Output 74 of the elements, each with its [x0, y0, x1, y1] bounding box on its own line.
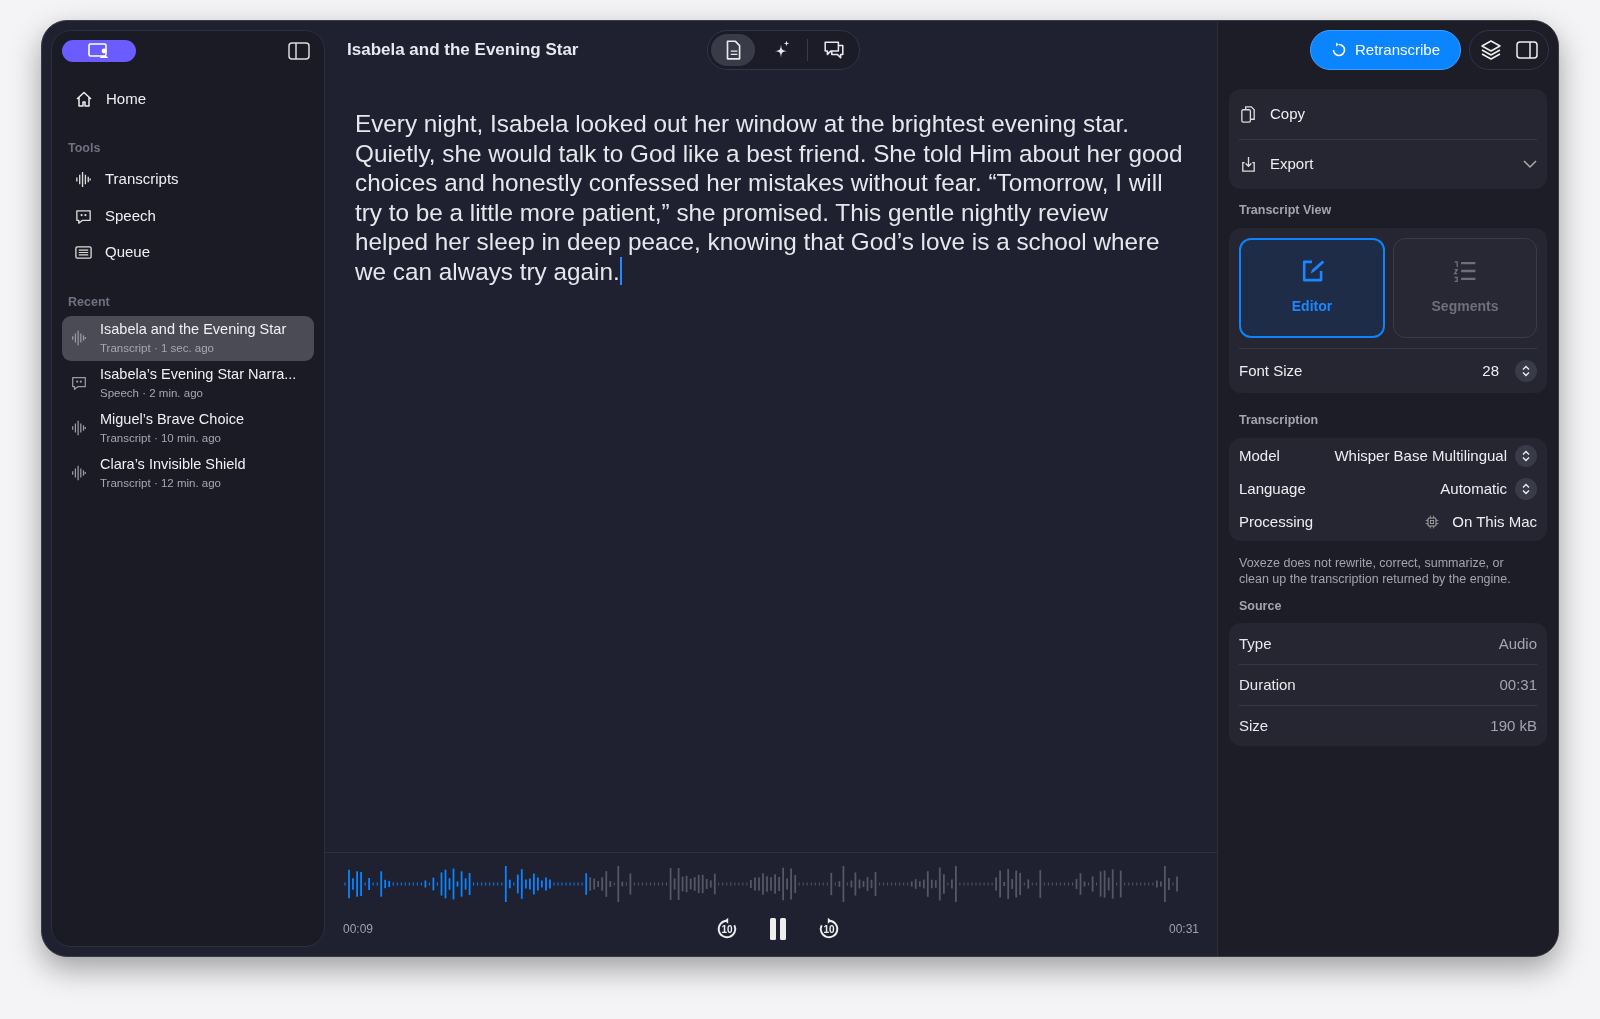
recent-subtitle: Speech · 2 min. ago [100, 386, 204, 402]
text-cursor [619, 256, 622, 285]
row-label: Size [1239, 716, 1269, 736]
section-heading: Tools [67, 139, 102, 157]
recent-subtitle: Transcript · 12 min. ago [100, 476, 222, 492]
row-value: Audio [1498, 633, 1537, 654]
row-value: On This Mac [1452, 511, 1537, 532]
row-label: Font Size [1239, 360, 1303, 381]
section-heading: Source [1239, 597, 1283, 615]
pause-button[interactable] [768, 916, 788, 942]
sidebar-item[interactable]: Transcripts [62, 161, 314, 198]
row-label: Type [1239, 633, 1272, 654]
row-label: Language [1239, 478, 1306, 499]
waveform-icon [70, 419, 88, 437]
row-value: Whisper Base Multilingual [1334, 445, 1507, 466]
recent-item[interactable]: Isabela and the Evening Star Transcript · 1 sec. ago [62, 315, 314, 361]
recent-item[interactable]: Miguel’s Brave Choice Transcript · 10 min. ago [62, 405, 314, 451]
stepper-button[interactable] [1515, 445, 1537, 467]
chevron-up-down-icon [1521, 364, 1531, 377]
recent-item[interactable]: Isabela’s Evening Star Narra... Speech · 2 min. ago [62, 360, 314, 406]
recent-subtitle: Transcript · 10 min. ago [100, 431, 222, 447]
sidebar-item[interactable]: Queue [62, 234, 314, 271]
refresh-icon [1330, 42, 1347, 58]
layers-button[interactable] [1480, 39, 1502, 61]
skip-back-button[interactable]: 10 [714, 916, 740, 942]
waveform-icon [70, 464, 88, 482]
row-label: Processing [1239, 511, 1314, 532]
recent-title: Clara’s Invisible Shield [100, 454, 246, 474]
copy-action[interactable]: Copy [1239, 89, 1537, 139]
list-icon [74, 243, 93, 262]
recent-item[interactable]: Clara’s Invisible Shield Transcript · 12 min. ago [62, 450, 314, 496]
stepper-button[interactable] [1515, 478, 1537, 500]
recent-title: Miguel’s Brave Choice [100, 409, 244, 429]
row-value: Automatic [1440, 478, 1507, 499]
section-heading: Recent [67, 293, 111, 311]
recent-title: Isabela’s Evening Star Narra... [100, 364, 297, 384]
document-mode-button[interactable] [711, 34, 755, 66]
editor-view-button[interactable]: Editor [1239, 237, 1385, 338]
waveform-icon [74, 170, 93, 189]
chevron-down-icon [1523, 160, 1537, 169]
inspector-toggle-button[interactable] [1516, 41, 1538, 59]
home-nav-item[interactable]: Home [62, 80, 314, 119]
row-label: Model [1239, 445, 1280, 466]
row-value: 00:31 [1499, 675, 1537, 695]
export-action[interactable]: Export [1239, 139, 1537, 189]
row-label: Duration [1239, 675, 1296, 695]
skip-forward-button[interactable]: 10 [816, 916, 842, 942]
screen-person-icon [88, 43, 110, 59]
waveform-icon [70, 329, 88, 347]
chip-icon [1424, 514, 1441, 530]
speech-bubble-icon [70, 374, 88, 392]
retranscribe-button[interactable]: Retranscribe [1309, 30, 1461, 70]
sidebar-toggle-button[interactable] [288, 42, 310, 60]
numbered-list-icon [1452, 258, 1478, 285]
disclaimer-text: Voxeze does not rewrite, correct, summarize, or clean up the transcription returned by the engine. [1239, 554, 1512, 587]
download-tray-icon [1239, 155, 1258, 174]
chevron-up-down-icon [1521, 483, 1531, 495]
app-logo-button[interactable] [62, 40, 136, 62]
chat-bubbles-icon [823, 39, 845, 61]
row-value: 190 kB [1490, 716, 1537, 736]
recent-subtitle: Transcript · 1 sec. ago [100, 341, 215, 357]
recent-title: Isabela and the Evening Star [100, 319, 287, 339]
section-heading: Transcript View [1239, 202, 1333, 219]
transcript-text[interactable]: Every night, Isabela looked out her window at the brightest evening star. Quietly, she would talk to God like a best friend. She told Him about her good choices and honestly confessed her mistakes without fear. “Tomorrow, I will try to be a little more patient,” she promised. This gentle nightly review helped her sleep in deep peace, knowing that God’s love is a school where we can always try again. [325, 79, 1217, 287]
total-time: 00:31 [1168, 921, 1199, 938]
font-size-value: 28 [1482, 360, 1499, 381]
section-heading: Transcription [1239, 411, 1320, 429]
elapsed-time: 00:09 [343, 921, 374, 938]
copy-icon [1239, 104, 1258, 124]
house-icon [74, 89, 94, 110]
document-title: Isabela and the Evening Star [347, 39, 580, 62]
sidebar-item[interactable]: Speech [62, 197, 314, 235]
chevron-up-down-icon [1521, 450, 1531, 462]
stepper-button[interactable] [1515, 359, 1537, 382]
